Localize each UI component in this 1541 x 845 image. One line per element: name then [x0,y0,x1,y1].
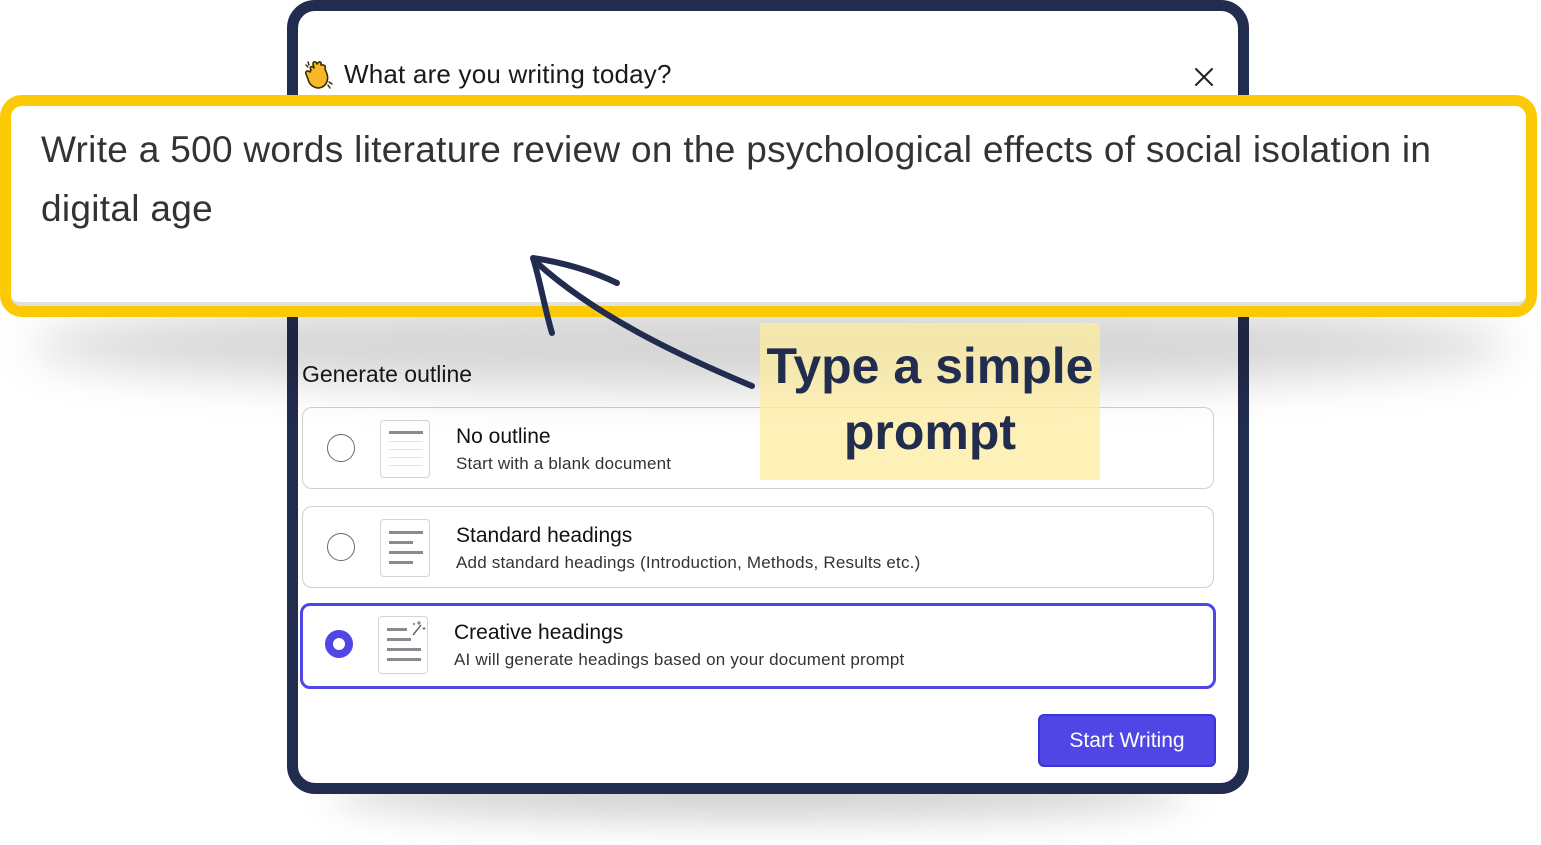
option-description: Add standard headings (Introduction, Met… [456,553,921,572]
document-sparkle-icon [378,616,428,674]
radio-creative-headings[interactable] [325,630,353,658]
modal-header: What are you writing today? [304,59,672,90]
start-writing-button[interactable]: Start Writing [1038,714,1216,767]
modal-title: What are you writing today? [344,59,672,89]
blank-document-icon [380,420,430,478]
option-title: Standard headings [456,524,633,547]
radio-no-outline[interactable] [327,434,355,462]
waving-hand-icon [304,60,334,90]
close-button[interactable] [1191,64,1217,90]
option-description: AI will generate headings based on your … [454,650,905,669]
option-creative-headings[interactable]: Creative headings AI will generate headi… [300,603,1216,689]
option-title: No outline [456,425,551,448]
annotation-text: Type a simple prompt [766,338,1094,460]
option-standard-headings[interactable]: Standard headings Add standard headings … [302,506,1214,588]
close-icon [1195,68,1213,86]
document-lines-icon [380,519,430,577]
screenshot-stage: What are you writing today? Generate out… [0,0,1541,845]
option-title: Creative headings [454,621,624,644]
prompt-text: Write a 500 words literature review on t… [41,129,1432,229]
option-description: Start with a blank document [456,454,672,473]
prompt-input-callout[interactable]: Write a 500 words literature review on t… [0,95,1537,317]
radio-standard-headings[interactable] [327,533,355,561]
